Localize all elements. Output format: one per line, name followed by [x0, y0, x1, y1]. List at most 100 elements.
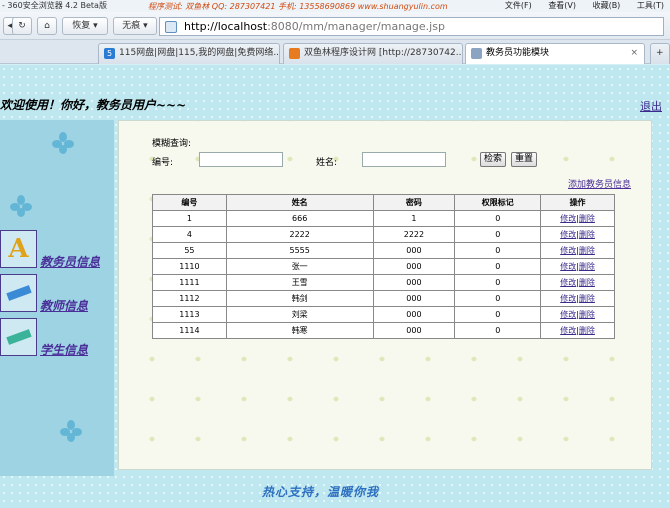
edit-link[interactable]: 修改	[560, 246, 576, 255]
menu-favorites[interactable]: 收藏(B)	[593, 1, 621, 10]
table-cell: 1112	[152, 290, 227, 307]
incognito-label: 无痕	[122, 21, 141, 31]
nav-academic-staff-info[interactable]: A 教务员信息	[0, 230, 112, 270]
actions-cell: 修改|删除	[540, 226, 615, 243]
letter-a-icon: A	[0, 230, 37, 268]
nav-label: 学生信息	[40, 343, 89, 357]
tab-label: 教务员功能模块	[486, 48, 550, 58]
table-cell: 666	[225, 210, 374, 227]
flower-decoration	[60, 420, 82, 442]
delete-link[interactable]: 删除	[579, 310, 595, 319]
close-tab-icon[interactable]: ×	[630, 44, 638, 63]
logout-link[interactable]: 退出	[640, 98, 662, 114]
column-header: 操作	[540, 194, 615, 211]
table-cell: 1	[372, 210, 456, 227]
menu-view[interactable]: 查看(V)	[548, 1, 576, 10]
table-cell: 韩剑	[225, 290, 374, 307]
table-cell: 000	[372, 242, 456, 259]
browser-toolbar: ◀ ↻ ⌂ 恢复 ▾ 无痕 ▾ http://localhost:8080/mm…	[0, 12, 670, 40]
table-cell: 1111	[152, 274, 227, 291]
delete-link[interactable]: 删除	[579, 278, 595, 287]
browser-menu-bar: 文件(F) 查看(V) 收藏(B) 工具(T)	[491, 0, 664, 11]
column-header: 姓名	[225, 194, 374, 211]
table-header-row: 编号 姓名 密码 权限标记 操作	[152, 194, 615, 211]
id-input[interactable]	[199, 152, 283, 167]
table-cell: 4	[152, 226, 227, 243]
new-tab-button[interactable]: +	[650, 43, 670, 64]
delete-link[interactable]: 删除	[579, 246, 595, 255]
table-cell: 刘梁	[225, 306, 374, 323]
edit-link[interactable]: 修改	[560, 310, 576, 319]
address-bar[interactable]: http://localhost:8080/mm/manager/manage.…	[159, 17, 664, 36]
delete-link[interactable]: 删除	[579, 230, 595, 239]
table-cell: 1114	[152, 322, 227, 339]
table-row: 55 5555 000 0 修改|删除	[152, 242, 615, 259]
reset-button[interactable]: 重置	[511, 152, 537, 167]
delete-link[interactable]: 删除	[579, 326, 595, 335]
delete-link[interactable]: 删除	[579, 262, 595, 271]
edit-link[interactable]: 修改	[560, 294, 576, 303]
add-staff-link[interactable]: 添加教务员信息	[568, 177, 631, 190]
table-row: 1 666 1 0 修改|删除	[152, 210, 615, 227]
actions-cell: 修改|删除	[540, 306, 615, 323]
table-cell: 0	[454, 322, 542, 339]
address-path: :8080/mm/manager/manage.jsp	[267, 20, 445, 33]
sidebar: A 教务员信息 教师信息 学生信息	[0, 120, 114, 476]
teacher-icon	[0, 274, 37, 312]
id-label: 编号:	[152, 158, 174, 168]
name-input[interactable]	[362, 152, 446, 167]
table-cell: 1	[152, 210, 227, 227]
menu-tools[interactable]: 工具(T)	[637, 1, 664, 10]
table-cell: 2222	[225, 226, 374, 243]
name-label: 姓名:	[316, 158, 338, 168]
edit-link[interactable]: 修改	[560, 214, 576, 223]
table-cell: 韩寒	[225, 322, 374, 339]
delete-link[interactable]: 删除	[579, 214, 595, 223]
query-title: 模糊查询:	[152, 139, 192, 149]
edit-link[interactable]: 修改	[560, 326, 576, 335]
nav-teacher-info[interactable]: 教师信息	[0, 274, 112, 314]
refresh-icon: ↻	[18, 21, 26, 31]
table-cell: 000	[372, 306, 456, 323]
menu-file[interactable]: 文件(F)	[505, 1, 532, 10]
table-row: 1113 刘梁 000 0 修改|删除	[152, 306, 615, 323]
staff-table: 编号 姓名 密码 权限标记 操作 1 666 1 0 修改|删除 4 2222 2222 0 修改…	[152, 194, 615, 339]
tab-shuangyulin[interactable]: 双鱼林程序设计网 [http://28730742...	[283, 43, 463, 64]
page-icon	[165, 21, 177, 33]
student-icon	[0, 318, 37, 356]
incognito-button[interactable]: 无痕 ▾	[113, 17, 157, 35]
edit-link[interactable]: 修改	[560, 230, 576, 239]
table-cell: 0	[454, 306, 542, 323]
restore-label: 恢复	[72, 21, 91, 31]
address-host: http://localhost	[184, 20, 268, 33]
plus-icon: +	[656, 48, 664, 58]
table-cell: 王雪	[225, 274, 374, 291]
table-cell: 000	[372, 258, 456, 275]
table-cell: 000	[372, 274, 456, 291]
table-cell: 000	[372, 290, 456, 307]
edit-link[interactable]: 修改	[560, 262, 576, 271]
tab-manager[interactable]: 教务员功能模块 ×	[465, 43, 645, 64]
refresh-button[interactable]: ↻	[12, 17, 32, 35]
nav-label: 教务员信息	[40, 255, 101, 269]
tab-115[interactable]: 5 115网盘|网盘|115,我的网盘|免费网络...	[98, 43, 280, 64]
table-cell: 0	[454, 290, 542, 307]
nav-student-info[interactable]: 学生信息	[0, 318, 112, 358]
search-button[interactable]: 检索	[480, 152, 506, 167]
flower-decoration	[52, 132, 74, 154]
delete-link[interactable]: 删除	[579, 294, 595, 303]
flower-decoration	[10, 195, 32, 217]
edit-link[interactable]: 修改	[560, 278, 576, 287]
table-cell: 5555	[225, 242, 374, 259]
actions-cell: 修改|删除	[540, 242, 615, 259]
table-cell: 0	[454, 258, 542, 275]
home-button[interactable]: ⌂	[37, 17, 57, 35]
actions-cell: 修改|删除	[540, 290, 615, 307]
restore-button[interactable]: 恢复 ▾	[62, 17, 108, 35]
page-favicon-icon	[471, 48, 482, 59]
browser-titlebar: - 360安全浏览器 4.2 Beta版 程序测试: 双鱼林 QQ: 28730…	[0, 0, 670, 12]
column-header: 密码	[372, 194, 456, 211]
115-favicon-icon: 5	[104, 48, 115, 59]
table-cell: 000	[372, 322, 456, 339]
credits-banner: 程序测试: 双鱼林 QQ: 287307421 手机: 13558690869 …	[148, 2, 448, 11]
